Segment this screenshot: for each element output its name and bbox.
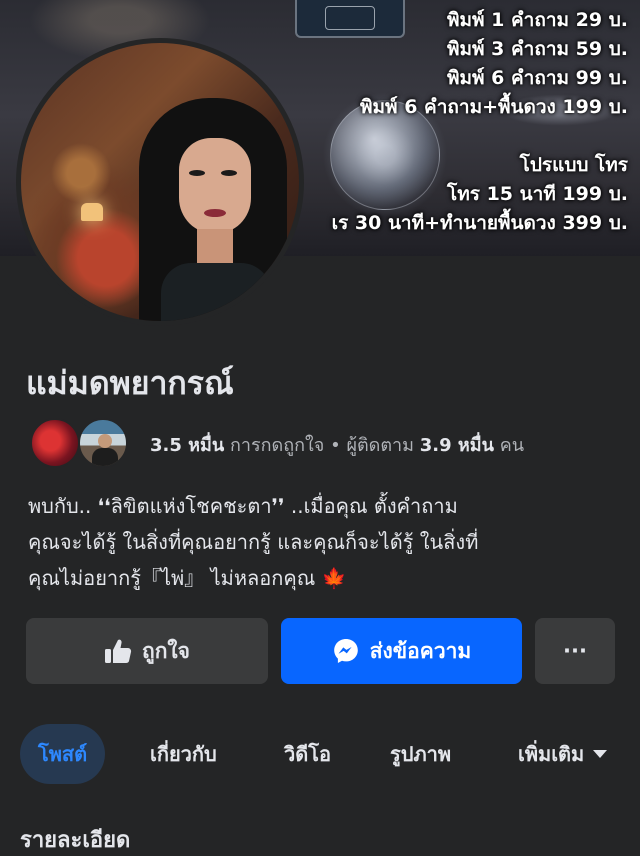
caret-down-icon: [593, 750, 608, 758]
tab-videos-label: วิดีโอ: [284, 742, 331, 766]
price-line: พิมพ์ 6 คำถาม 99 บ.: [446, 67, 628, 89]
stats-text[interactable]: 3.5 หมื่น การกดถูกใจ • ผู้ติดตาม 3.9 หมื…: [150, 430, 524, 459]
page-stats: 3.5 หมื่น การกดถูกใจ • ผู้ติดตาม 3.9 หมื…: [30, 418, 630, 468]
call-promo-title: โปรแบบ โทร: [519, 154, 628, 176]
friend-avatar[interactable]: [30, 418, 80, 468]
cover-price-list: พิมพ์ 1 คำถาม 29 บ. พิมพ์ 3 คำถาม 59 บ. …: [332, 6, 628, 238]
followers-label: ผู้ติดตาม: [346, 435, 415, 456]
details-heading: รายละเอียด: [20, 828, 131, 853]
followers-suffix: คน: [499, 435, 525, 456]
tab-more-label: เพิ่มเติม: [518, 742, 585, 766]
tab-about-label: เกี่ยวกับ: [150, 742, 217, 766]
page-title: แม่มดพยากรณ์: [26, 364, 234, 402]
price-line: พิมพ์ 3 คำถาม 59 บ.: [446, 38, 628, 60]
profile-avatar[interactable]: [16, 38, 304, 326]
price-line: พิมพ์ 1 คำถาม 29 บ.: [446, 9, 628, 31]
tab-photos-label: รูปภาพ: [390, 742, 452, 766]
likes-label: การกดถูกใจ: [229, 435, 325, 456]
tab-more[interactable]: เพิ่มเติม: [518, 724, 608, 784]
friend-avatar[interactable]: [78, 418, 128, 468]
messenger-icon: [333, 639, 358, 663]
send-message-label: ส่งข้อความ: [369, 638, 472, 663]
more-options-button[interactable]: ···: [535, 618, 615, 684]
bio-line: คุณจะได้รู้ ในสิ่งที่คุณอยากรู้ และคุณก็…: [28, 530, 479, 554]
bio-line: พบกับ.. ❛❛ลิขิตแห่งโชคชะตา❜❜ ..เมื่อคุณ …: [28, 494, 458, 518]
thumbs-up-icon: [105, 639, 132, 663]
send-message-button[interactable]: ส่งข้อความ: [281, 618, 522, 684]
tab-posts[interactable]: โพสต์: [20, 724, 106, 784]
followers-count: 3.9 หมื่น: [419, 435, 494, 456]
likes-count: 3.5 หมื่น: [150, 435, 225, 456]
tab-photos[interactable]: รูปภาพ: [390, 724, 451, 784]
bio-line: คุณไม่อยากรู้『ไพ่』 ไม่หลอกคุณ 🍁: [28, 566, 347, 590]
like-button[interactable]: ถูกใจ: [26, 618, 268, 684]
call-price-line: เร 30 นาที+ทำนายพื้นดวง 399 บ.: [331, 212, 628, 234]
separator-dot: •: [330, 435, 341, 456]
tab-posts-label: โพสต์: [38, 742, 88, 766]
tab-videos[interactable]: วิดีโอ: [284, 724, 331, 784]
price-line: พิมพ์ 6 คำถาม+พื้นดวง 199 บ.: [360, 96, 628, 118]
profile-tabs: โพสต์ เกี่ยวกับ วิดีโอ รูปภาพ เพิ่มเติม: [20, 724, 640, 784]
more-dots-icon: ···: [563, 639, 587, 663]
call-price-line: โทร 15 นาที 199 บ.: [447, 183, 628, 205]
like-button-label: ถูกใจ: [142, 638, 190, 663]
page-bio: พบกับ.. ❛❛ลิขิตแห่งโชคชะตา❜❜ ..เมื่อคุณ …: [28, 488, 628, 596]
tab-about[interactable]: เกี่ยวกับ: [150, 724, 217, 784]
